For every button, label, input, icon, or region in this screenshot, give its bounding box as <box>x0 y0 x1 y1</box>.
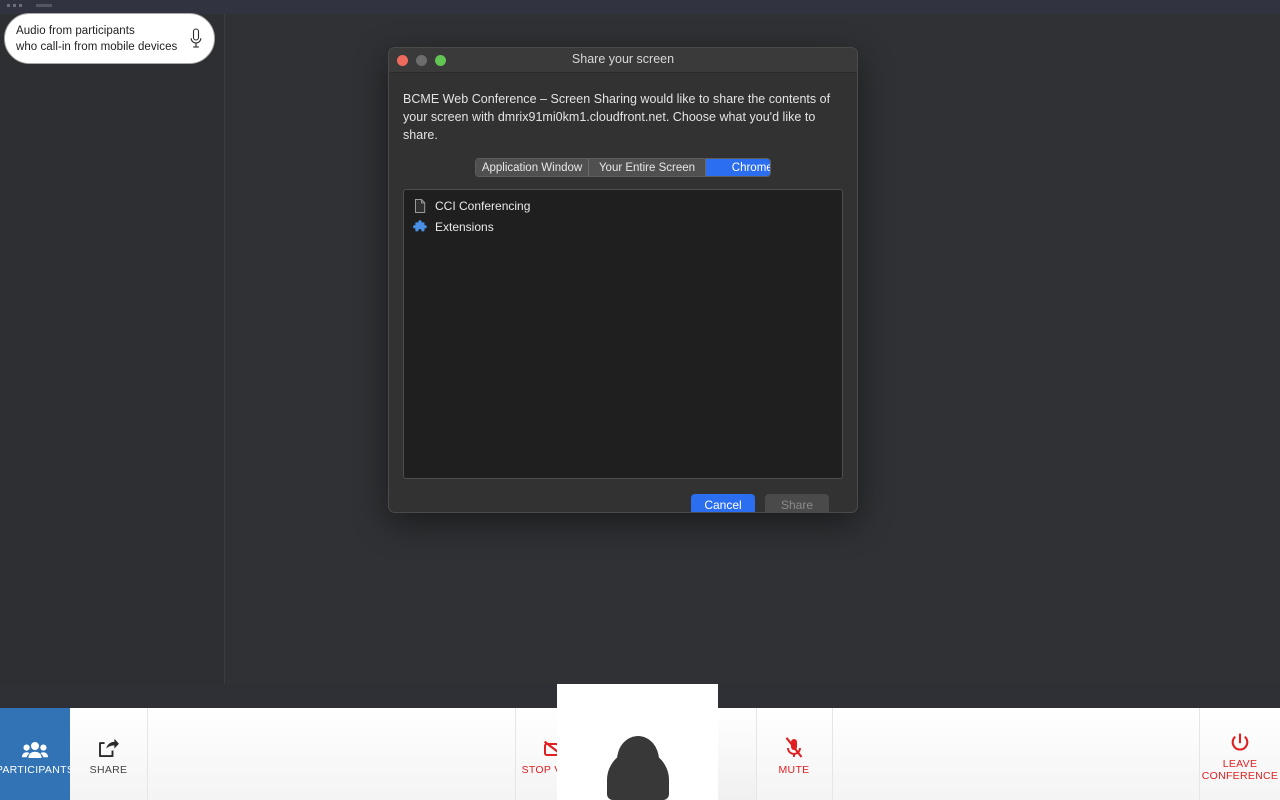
list-item-label: CCI Conferencing <box>435 198 531 213</box>
menu-dots-icon <box>7 4 22 7</box>
leave-label-line-2: CONFERENCE <box>1201 769 1279 782</box>
dialog-titlebar[interactable]: Share your screen <box>389 48 857 73</box>
mic-off-icon <box>784 733 804 759</box>
menu-placeholder <box>36 4 52 7</box>
tooltip-text: Audio from participants who call-in from… <box>16 23 188 55</box>
person-placeholder-icon <box>606 718 669 800</box>
page-icon <box>413 198 427 214</box>
self-video-tile[interactable] <box>557 684 718 800</box>
dialog-actions: Cancel Share <box>403 479 843 512</box>
screen-root: Audio from participants who call-in from… <box>0 0 1280 800</box>
tab-your-entire-screen[interactable]: Your Entire Screen <box>589 159 706 176</box>
participants-icon <box>22 733 48 759</box>
dialog-body: BCME Web Conference – Screen Sharing wou… <box>389 73 857 512</box>
participants-label: PARTICIPANTS <box>0 763 75 776</box>
mute-button[interactable]: MUTE <box>756 708 833 800</box>
share-button-toolbar[interactable]: SHARE <box>70 708 148 800</box>
participants-button[interactable]: PARTICIPANTS <box>0 708 74 800</box>
share-button[interactable]: Share <box>765 494 829 512</box>
dialog-description: BCME Web Conference – Screen Sharing wou… <box>403 92 831 142</box>
cancel-button[interactable]: Cancel <box>691 494 755 512</box>
tooltip-line-1: Audio from participants <box>16 24 135 37</box>
toolbar-spacer-left <box>148 708 516 800</box>
list-item-label: Extensions <box>435 219 494 234</box>
tooltip-line-2: who call-in from mobile devices <box>16 40 178 53</box>
list-item[interactable]: CCI Conferencing <box>404 195 842 216</box>
toolbar-spacer-right <box>832 708 1200 800</box>
share-screen-dialog: Share your screen BCME Web Conference – … <box>388 47 858 513</box>
mute-label: MUTE <box>778 763 810 776</box>
source-type-tabs: Application Window Your Entire Screen Ch… <box>475 158 771 177</box>
leave-conference-button[interactable]: LEAVE CONFERENCE <box>1200 708 1280 800</box>
tab-chrome-tab[interactable]: Chrome Tab <box>706 159 770 176</box>
dialog-title: Share your screen <box>571 52 675 66</box>
power-icon <box>1230 727 1250 753</box>
source-list[interactable]: CCI Conferencing Extensions <box>403 189 843 479</box>
leave-label-line-1: LEAVE <box>1222 757 1258 770</box>
share-label: SHARE <box>89 763 128 776</box>
list-item[interactable]: Extensions <box>404 216 842 237</box>
share-icon <box>98 733 120 759</box>
microphone-icon <box>188 26 204 52</box>
tab-application-window[interactable]: Application Window <box>476 159 589 176</box>
puzzle-piece-icon <box>413 219 427 235</box>
leave-conference-label: LEAVE CONFERENCE <box>1202 758 1279 782</box>
audio-participants-tooltip: Audio from participants who call-in from… <box>4 13 215 64</box>
participants-panel <box>0 14 225 684</box>
